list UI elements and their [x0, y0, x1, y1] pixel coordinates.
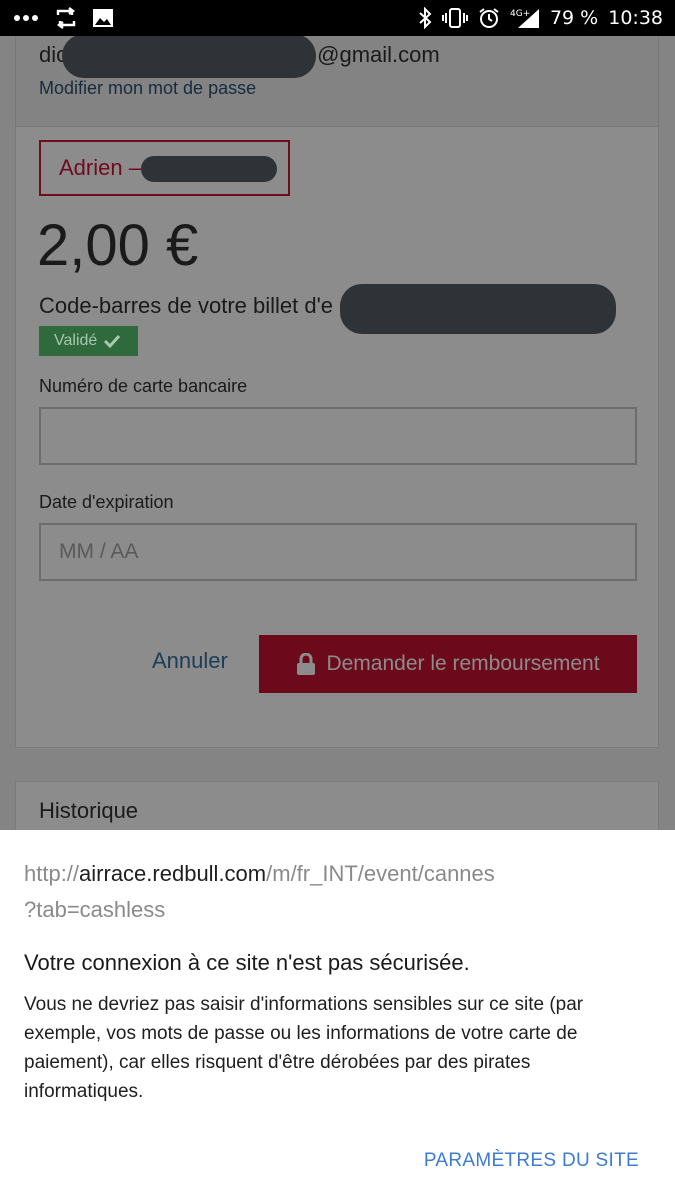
cancel-link[interactable]: Annuler: [152, 648, 228, 674]
svg-text:4G+: 4G+: [510, 9, 530, 19]
name-redaction: [141, 156, 277, 182]
history-title: Historique: [39, 798, 139, 823]
signal-icon: 4G+: [510, 6, 540, 30]
request-refund-button[interactable]: Demander le remboursement: [259, 635, 637, 693]
web-page: dic @gmail.com Modifier mon mot de passe …: [0, 36, 675, 830]
status-bar: 4G+ 79 % 10:38: [0, 0, 675, 36]
lock-icon: [297, 653, 316, 675]
barcode-redaction: [340, 284, 616, 334]
alarm-icon: [478, 6, 500, 30]
connection-info-sheet: http://airrace.redbull.com/m/fr_INT/even…: [0, 830, 675, 1200]
validated-badge: Validé: [39, 326, 138, 356]
barcode-label: Code-barres de votre billet d'e: [39, 293, 334, 318]
battery-percent: 79 %: [549, 7, 599, 29]
site-settings-button[interactable]: PARAMÈTRES DU SITE: [424, 1150, 639, 1172]
email-redaction: [62, 36, 316, 78]
vibrate-icon: [441, 6, 468, 30]
clock: 10:38: [608, 7, 663, 29]
more-notifications-icon: [14, 6, 40, 30]
checkmark-icon: [104, 334, 121, 348]
url-host: airrace.redbull.com: [79, 861, 267, 886]
expiry-input[interactable]: [39, 523, 637, 581]
amount: 2,00 €: [37, 213, 199, 278]
ticket-holder-name: Adrien –: [59, 155, 141, 180]
insecure-connection-message: Vous ne devriez pas saisir d'information…: [24, 994, 584, 1102]
change-password-link[interactable]: Modifier mon mot de passe: [39, 78, 256, 99]
insecure-connection-title: Votre connexion à ce site n'est pas sécu…: [24, 950, 470, 975]
expiry-label: Date d'expiration: [39, 492, 174, 512]
card-number-label: Numéro de carte bancaire: [39, 376, 248, 396]
card-number-input[interactable]: [39, 407, 637, 465]
image-icon: [92, 6, 114, 30]
page-url: http://airrace.redbull.com/m/fr_INT/even…: [24, 861, 495, 922]
bluetooth-icon: [418, 6, 432, 30]
sync-icon: [54, 6, 78, 30]
